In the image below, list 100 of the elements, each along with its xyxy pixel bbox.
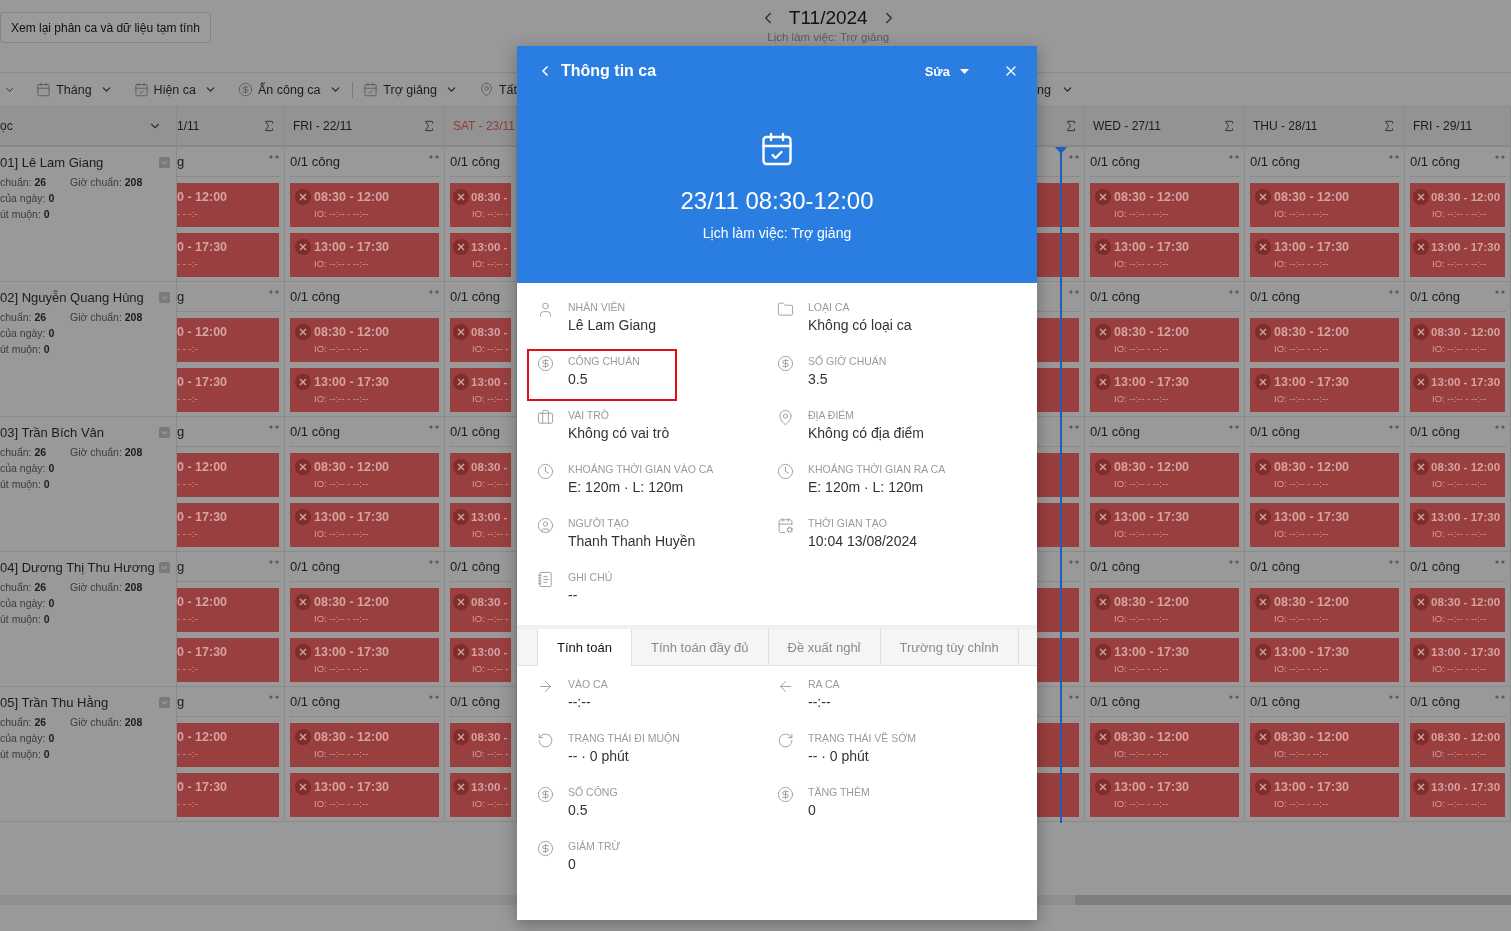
shift-card[interactable]: 0 - 17:30 - - -:-: [177, 503, 279, 547]
shift-card[interactable]: 13:00 - 17:30 IO: --:-- - --:--: [290, 773, 439, 817]
more-icon[interactable]: [1229, 290, 1239, 294]
shift-card[interactable]: 08:30 - 12:00 IO: --:-- - --:--: [1410, 183, 1505, 227]
more-icon[interactable]: [269, 425, 279, 429]
more-icon[interactable]: [1069, 560, 1079, 564]
shift-card[interactable]: 08:30 - 12:00 IO: --:-- - --:--: [1250, 588, 1399, 632]
shift-card[interactable]: 13:00 - 17:30 IO: --:-- - --:--: [1410, 503, 1505, 547]
more-icon[interactable]: [1229, 560, 1239, 564]
cancel-icon[interactable]: [1095, 374, 1111, 390]
more-icon[interactable]: [269, 290, 279, 294]
more-icon[interactable]: [1389, 695, 1399, 699]
more-icon[interactable]: [1495, 155, 1505, 159]
shift-card[interactable]: 08:30 - IO: --:-- -: [450, 318, 511, 362]
shift-card[interactable]: 08:30 - IO: --:-- -: [450, 723, 511, 767]
cancel-icon[interactable]: [1413, 779, 1429, 795]
filter-dropdown[interactable]: ng: [1037, 82, 1074, 97]
more-icon[interactable]: [1229, 695, 1239, 699]
cancel-icon[interactable]: [1095, 324, 1111, 340]
shift-card[interactable]: 13:00 - 17:30 IO: --:-- - --:--: [1410, 368, 1505, 412]
more-icon[interactable]: [1229, 425, 1239, 429]
cancel-icon[interactable]: [1413, 644, 1429, 660]
cancel-icon[interactable]: [453, 459, 469, 475]
cancel-icon[interactable]: [1413, 374, 1429, 390]
cancel-icon[interactable]: [1413, 324, 1429, 340]
cancel-icon[interactable]: [453, 729, 469, 745]
employee-name[interactable]: 04] Dương Thị Thu Hương: [0, 560, 155, 575]
shift-card[interactable]: 08:30 - 12:00 IO: --:-- - --:--: [1250, 453, 1399, 497]
shift-card[interactable]: 0 - 12:00 - - -:-: [177, 723, 279, 767]
cancel-icon[interactable]: [295, 374, 311, 390]
cancel-icon[interactable]: [453, 779, 469, 795]
more-icon[interactable]: [429, 695, 439, 699]
shift-card[interactable]: 08:30 - 12:00 IO: --:-- - --:--: [1410, 588, 1505, 632]
shift-card[interactable]: 0 - 17:30 - - -:-: [177, 773, 279, 817]
employee-name[interactable]: 03] Trần Bích Vân: [0, 425, 105, 440]
shift-card[interactable]: 13:00 - IO: --:-- -: [450, 773, 511, 817]
shift-card[interactable]: 0 - 12:00 - - -:-: [177, 453, 279, 497]
more-icon[interactable]: [1069, 425, 1079, 429]
edit-button[interactable]: Sửa: [924, 63, 969, 79]
shift-card[interactable]: 13:00 - 17:30 IO: --:-- - --:--: [290, 638, 439, 682]
more-icon[interactable]: [1389, 155, 1399, 159]
shift-card[interactable]: 08:30 - 12:00 IO: --:-- - --:--: [1410, 318, 1505, 362]
sum-icon[interactable]: [1222, 119, 1236, 133]
cancel-icon[interactable]: [1413, 509, 1429, 525]
cancel-icon[interactable]: [295, 779, 311, 795]
more-icon[interactable]: [269, 695, 279, 699]
cancel-icon[interactable]: [1255, 729, 1271, 745]
filter-dropdown[interactable]: Tất: [478, 82, 517, 97]
shift-card[interactable]: 0 - 17:30 - - -:-: [177, 368, 279, 412]
shift-card[interactable]: 08:30 - 12:00 IO: --:-- - --:--: [1250, 183, 1399, 227]
shift-card[interactable]: 0 - 17:30 - - -:-: [177, 638, 279, 682]
more-icon[interactable]: [1495, 560, 1505, 564]
shift-card[interactable]: 08:30 - 12:00 IO: --:-- - --:--: [290, 723, 439, 767]
shift-card[interactable]: 08:30 - IO: --:-- -: [450, 183, 511, 227]
shift-card[interactable]: 13:00 - 17:30 IO: --:-- - --:--: [1250, 503, 1399, 547]
more-icon[interactable]: [1495, 425, 1505, 429]
more-icon[interactable]: [429, 425, 439, 429]
cancel-icon[interactable]: [1095, 509, 1111, 525]
cancel-icon[interactable]: [1255, 509, 1271, 525]
employee-name[interactable]: 05] Trần Thu Hằng: [0, 695, 109, 710]
cancel-icon[interactable]: [453, 644, 469, 660]
sum-icon[interactable]: [262, 119, 276, 133]
shift-card[interactable]: 08:30 - 12:00 IO: --:-- - --:--: [290, 183, 439, 227]
cancel-icon[interactable]: [1413, 189, 1429, 205]
cancel-icon[interactable]: [453, 374, 469, 390]
shift-card[interactable]: 13:00 - IO: --:-- -: [450, 368, 511, 412]
cancel-icon[interactable]: [1255, 239, 1271, 255]
cancel-icon[interactable]: [1255, 324, 1271, 340]
shift-card[interactable]: 13:00 - 17:30 IO: --:-- - --:--: [1250, 638, 1399, 682]
more-icon[interactable]: [1389, 290, 1399, 294]
cancel-icon[interactable]: [1095, 459, 1111, 475]
shift-card[interactable]: 13:00 - 17:30 IO: --:-- - --:--: [1090, 773, 1239, 817]
cancel-icon[interactable]: [295, 594, 311, 610]
employee-name[interactable]: 01] Lê Lam Giang: [0, 155, 104, 170]
more-icon[interactable]: [1389, 560, 1399, 564]
cancel-icon[interactable]: [1255, 644, 1271, 660]
cancel-icon[interactable]: [295, 509, 311, 525]
more-icon[interactable]: [429, 560, 439, 564]
shift-card[interactable]: 0 - 12:00 - - -:-: [177, 588, 279, 632]
shift-card[interactable]: 0 - 12:00 - - -:-: [177, 318, 279, 362]
shift-card[interactable]: 08:30 - 12:00 IO: --:-- - --:--: [290, 453, 439, 497]
more-icon[interactable]: [269, 560, 279, 564]
cancel-icon[interactable]: [1255, 594, 1271, 610]
shift-card[interactable]: 13:00 - 17:30 IO: --:-- - --:--: [1410, 773, 1505, 817]
shift-card[interactable]: 13:00 - 17:30 IO: --:-- - --:--: [1410, 638, 1505, 682]
shift-card[interactable]: 13:00 - 17:30 IO: --:-- - --:--: [1250, 773, 1399, 817]
filter-dropdown[interactable]: Hiện ca: [133, 82, 217, 97]
cancel-icon[interactable]: [1413, 729, 1429, 745]
shift-card[interactable]: 08:30 - 12:00 IO: --:-- - --:--: [1090, 588, 1239, 632]
shift-card[interactable]: 08:30 - 12:00 IO: --:-- - --:--: [1090, 183, 1239, 227]
cancel-icon[interactable]: [1255, 189, 1271, 205]
shift-card[interactable]: 08:30 - 12:00 IO: --:-- - --:--: [1410, 723, 1505, 767]
shift-card[interactable]: 13:00 - 17:30 IO: --:-- - --:--: [290, 233, 439, 277]
employee-name[interactable]: 02] Nguyễn Quang Hùng: [0, 290, 144, 305]
shift-card[interactable]: 0 - 17:30 - - -:-: [177, 233, 279, 277]
more-icon[interactable]: [429, 290, 439, 294]
more-icon[interactable]: [1069, 695, 1079, 699]
shift-card[interactable]: 08:30 - 12:00 IO: --:-- - --:--: [1090, 318, 1239, 362]
filter-dropdown[interactable]: Tháng: [36, 82, 113, 97]
shift-card[interactable]: 08:30 - IO: --:-- -: [450, 453, 511, 497]
